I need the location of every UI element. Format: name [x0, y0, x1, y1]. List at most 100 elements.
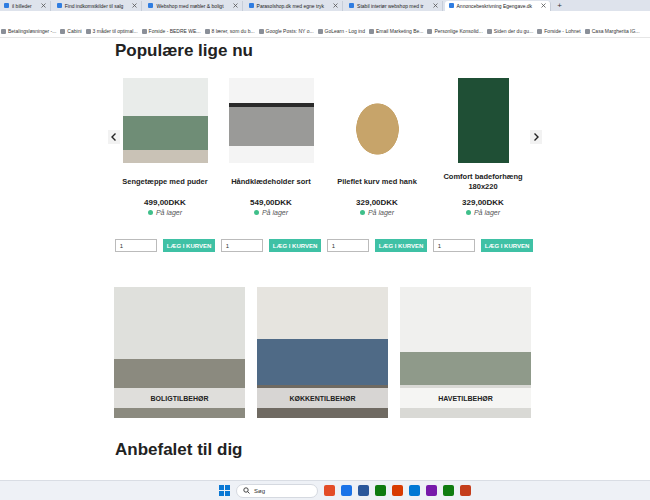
browser-tab[interactable]: Stabil interiør webshop med tr: [345, 1, 442, 11]
bookmark-icon: [205, 29, 210, 34]
bookmark[interactable]: Google Posts: NY o...: [259, 28, 314, 34]
app-icon[interactable]: [392, 485, 403, 496]
site-icon: [449, 3, 454, 8]
stock-dot-icon: [466, 210, 471, 215]
section-heading: Anbefalet til dig: [115, 440, 538, 460]
bookmark-icon: [86, 29, 91, 34]
close-icon[interactable]: [41, 3, 46, 8]
browser-tab[interactable]: Webshop med møbler & boligt: [144, 1, 242, 11]
product-list: Sengetæppe med puder 499,00DKK På lager …: [112, 78, 538, 252]
bookmark-icon: [537, 29, 542, 34]
browser-tab[interactable]: Parasolshop.dk med egne tryk: [245, 1, 344, 11]
app-icon[interactable]: [358, 485, 369, 496]
buy-row: 1 LÆG I KURVEN: [327, 239, 428, 252]
close-icon[interactable]: [233, 3, 238, 8]
app-icon[interactable]: [460, 485, 471, 496]
product-name[interactable]: Håndklædeholder sort: [221, 171, 321, 193]
prev-arrow-icon[interactable]: [108, 130, 120, 144]
category-label[interactable]: HAVETILBEHØR: [400, 388, 531, 408]
bookmark-icon: [60, 29, 65, 34]
close-icon[interactable]: [433, 3, 438, 8]
bookmark-icon: [487, 29, 492, 34]
buy-row: 1 LÆG I KURVEN: [115, 239, 216, 252]
bookmark[interactable]: Casa Margherita IG...: [585, 28, 640, 34]
app-icon[interactable]: [409, 485, 420, 496]
product-image[interactable]: [229, 78, 314, 163]
taskbar-search[interactable]: Søg: [236, 484, 318, 498]
browser-tab[interactable]: Find indkomstkilder til salg: [53, 1, 143, 11]
stock-dot-icon: [360, 210, 365, 215]
bookmark[interactable]: Forside - Lohnet: [537, 28, 580, 34]
app-icon[interactable]: [443, 485, 454, 496]
product-name[interactable]: Comfort badeforhæng 180x220: [433, 171, 533, 193]
product-image[interactable]: [335, 78, 420, 163]
stock-status: På lager: [360, 208, 394, 217]
bookmark-icon: [142, 29, 147, 34]
product-name[interactable]: Pileflet kurv med hank: [327, 171, 427, 193]
browser-tab[interactable]: il billeder: [0, 1, 51, 11]
windows-start-icon[interactable]: [219, 485, 230, 496]
product-name[interactable]: Sengetæppe med puder: [115, 171, 215, 193]
close-icon[interactable]: [541, 3, 546, 8]
section-heading: Populære lige nu: [115, 41, 538, 61]
add-to-cart-button[interactable]: LÆG I KURVEN: [375, 239, 428, 252]
bookmark-icon: [427, 29, 432, 34]
category-label[interactable]: KØKKENTILBEHØR: [257, 388, 388, 408]
next-arrow-icon[interactable]: [530, 130, 542, 144]
quantity-input[interactable]: 1: [433, 239, 475, 252]
product-image[interactable]: [123, 78, 208, 163]
bookmark[interactable]: Forside - BEDRE WE...: [142, 28, 201, 34]
app-icon[interactable]: [375, 485, 386, 496]
bookmark[interactable]: Personlige Konsolid...: [427, 28, 482, 34]
quantity-input[interactable]: 1: [327, 239, 369, 252]
product-card[interactable]: Håndklædeholder sort 549,00DKK På lager …: [218, 78, 324, 252]
screen: il billeder Find indkomstkilder til salg…: [0, 0, 650, 500]
browser-tab[interactable]: Annoncebeskrivning Egengave.dk: [445, 1, 552, 11]
stock-status: På lager: [254, 208, 288, 217]
address-bar[interactable]: [0, 11, 650, 25]
add-to-cart-button[interactable]: LÆG I KURVEN: [269, 239, 322, 252]
bookmark[interactable]: Betalingsløsninger -...: [1, 28, 56, 34]
category-tile[interactable]: BOLIGTILBEHØR: [114, 287, 245, 418]
product-price: 499,00DKK: [144, 198, 186, 208]
bookmark-icon: [318, 29, 323, 34]
category-tile[interactable]: HAVETILBEHØR: [400, 287, 531, 418]
product-carousel: Sengetæppe med puder 499,00DKK På lager …: [108, 78, 538, 252]
site-icon: [4, 3, 9, 8]
product-price: 329,00DKK: [462, 198, 504, 208]
site-icon: [249, 3, 254, 8]
bookmark[interactable]: Siden der du gu...: [487, 28, 533, 34]
add-to-cart-button[interactable]: LÆG I KURVEN: [481, 239, 534, 252]
bookmark[interactable]: GoLearn - Log ind: [318, 28, 365, 34]
close-icon[interactable]: [333, 3, 338, 8]
app-icon[interactable]: [341, 485, 352, 496]
quantity-input[interactable]: 1: [221, 239, 263, 252]
product-image[interactable]: [441, 78, 526, 163]
app-icon[interactable]: [324, 485, 335, 496]
category-label[interactable]: BOLIGTILBEHØR: [114, 388, 245, 408]
category-list: BOLIGTILBEHØR KØKKENTILBEHØR HAVETILBEHØR: [114, 287, 538, 418]
product-card[interactable]: Sengetæppe med puder 499,00DKK På lager …: [112, 78, 218, 252]
bookmarks-bar: Betalingsløsninger -... Cabini 3 måder t…: [0, 25, 650, 38]
bookmark[interactable]: 8 lærer, som du b...: [205, 28, 255, 34]
stock-dot-icon: [148, 210, 153, 215]
product-card[interactable]: Comfort badeforhæng 180x220 329,00DKK På…: [430, 78, 536, 252]
quantity-input[interactable]: 1: [115, 239, 157, 252]
app-icon[interactable]: [426, 485, 437, 496]
site-icon: [57, 3, 62, 8]
buy-row: 1 LÆG I KURVEN: [433, 239, 534, 252]
bookmark[interactable]: 3 måder til optimal...: [86, 28, 138, 34]
add-to-cart-button[interactable]: LÆG I KURVEN: [163, 239, 216, 252]
product-price: 329,00DKK: [356, 198, 398, 208]
stock-dot-icon: [254, 210, 259, 215]
close-icon[interactable]: [132, 3, 137, 8]
new-tab-button[interactable]: +: [553, 1, 566, 10]
site-icon: [148, 3, 153, 8]
bookmark[interactable]: Email Marketing Be...: [369, 28, 424, 34]
bookmark-icon: [1, 29, 6, 34]
bookmark-icon: [585, 29, 590, 34]
content: Populære lige nu Sengetæppe med puder 49…: [108, 38, 538, 460]
bookmark[interactable]: Cabini: [60, 28, 81, 34]
category-tile[interactable]: KØKKENTILBEHØR: [257, 287, 388, 418]
product-card[interactable]: Pileflet kurv med hank 329,00DKK På lage…: [324, 78, 430, 252]
